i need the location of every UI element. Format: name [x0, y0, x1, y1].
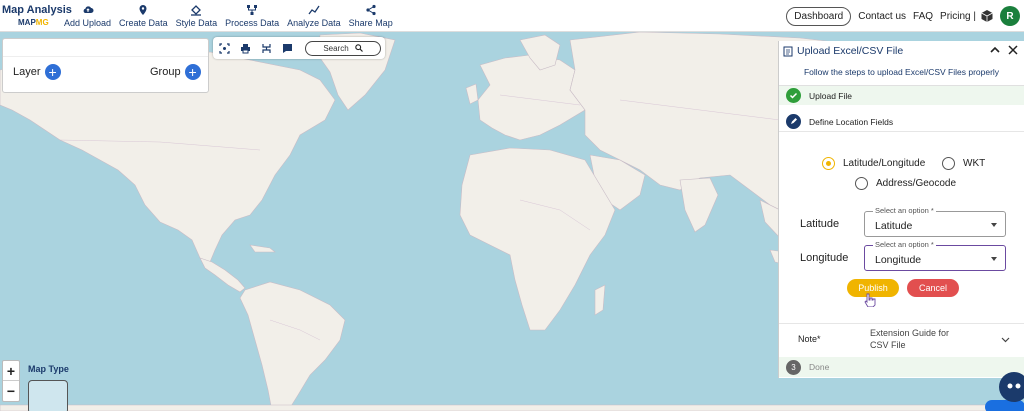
chevron-down-icon — [991, 223, 997, 227]
nav-style-data[interactable]: Style Data — [172, 0, 222, 32]
longitude-select[interactable]: Select an option * Longitude — [864, 240, 1006, 271]
chevron-down-icon — [991, 257, 997, 261]
step-upload-file[interactable]: Upload File — [779, 85, 1024, 105]
layer-row: Layer + — [13, 64, 61, 80]
chat-bot-icon[interactable] — [999, 372, 1024, 402]
longitude-select-hint: Select an option * — [873, 240, 936, 249]
latitude-label: Latitude — [800, 218, 840, 230]
radio-wkt-dot — [942, 157, 955, 170]
top-navbar: Map Analysis MAPMG Add Upload Create Dat… — [0, 0, 1024, 32]
app-logo[interactable]: Map Analysis MAPMG — [0, 3, 72, 27]
nav-add-upload[interactable]: Add Upload — [60, 0, 115, 32]
close-icon[interactable] — [1007, 44, 1019, 56]
latitude-select-hint: Select an option * — [873, 206, 936, 215]
zoom-in-button[interactable]: + — [3, 361, 19, 381]
note-text: Extension Guide for CSV File — [870, 328, 950, 350]
cursor-hand-icon — [864, 293, 876, 307]
measure-icon[interactable] — [261, 43, 272, 54]
share-icon — [366, 4, 376, 15]
nav-analyze-data[interactable]: Analyze Data — [283, 0, 345, 32]
radio-address[interactable]: Address/Geocode — [855, 177, 956, 190]
nav-create-data-label: Create Data — [119, 17, 168, 28]
latitude-select-value: Latitude — [875, 220, 913, 232]
nav-share-map-label: Share Map — [348, 17, 393, 28]
radio-wkt[interactable]: WKT — [942, 157, 985, 170]
check-icon — [786, 88, 801, 103]
panel-header: Upload Excel/CSV File — [779, 41, 1024, 61]
radio-latlon-label: Latitude/Longitude — [843, 158, 926, 169]
pricing-link[interactable]: Pricing | — [940, 11, 976, 22]
step-define-location[interactable]: Define Location Fields — [779, 112, 1024, 132]
search-icon — [354, 44, 363, 52]
step-done[interactable]: 3 Done — [779, 357, 1024, 377]
comment-icon[interactable] — [282, 43, 293, 54]
map-type-thumbnail[interactable] — [28, 380, 68, 411]
panel-subtitle: Follow the steps to upload Excel/CSV Fil… — [803, 67, 1000, 77]
zoom-out-button[interactable]: − — [3, 381, 19, 401]
add-layer-button[interactable]: + — [44, 64, 61, 80]
longitude-select-value: Longitude — [875, 254, 922, 266]
paint-bucket-icon — [191, 4, 202, 16]
group-row: Group + — [150, 64, 201, 80]
radio-address-dot — [855, 177, 868, 190]
upload-panel: Upload Excel/CSV File Follow the steps t… — [778, 41, 1024, 378]
dashboard-button[interactable]: Dashboard — [786, 6, 852, 26]
step-three-badge: 3 — [786, 359, 801, 375]
nav-style-data-label: Style Data — [175, 17, 218, 28]
latitude-select[interactable]: Select an option * Latitude — [864, 206, 1006, 237]
contact-link[interactable]: Contact us — [858, 11, 906, 22]
layer-panel: Layer + Group + — [2, 38, 209, 93]
radio-latlon[interactable]: Latitude/Longitude — [822, 157, 925, 170]
note-label: Note* — [798, 334, 821, 344]
add-group-button[interactable]: + — [184, 64, 201, 80]
longitude-label: Longitude — [800, 252, 849, 264]
avatar[interactable]: R — [1000, 6, 1020, 26]
edit-icon — [786, 114, 801, 129]
analyze-icon — [308, 5, 320, 14]
logo-subtitle: MAPMG — [18, 17, 49, 27]
radio-address-label: Address/Geocode — [876, 178, 957, 189]
group-label: Group — [150, 66, 181, 78]
file-icon — [783, 46, 793, 56]
collapse-icon[interactable] — [989, 44, 1001, 56]
radio-wkt-label: WKT — [963, 158, 986, 169]
logo-title: Map Analysis — [2, 3, 72, 16]
step-upload-file-label: Upload File — [809, 90, 852, 101]
nav-process-data-label: Process Data — [225, 17, 280, 28]
map-toolbar: Search — [213, 37, 385, 59]
zoom-control: + − — [2, 360, 20, 402]
cube-icon[interactable] — [980, 9, 994, 23]
map-type-label: Map Type — [28, 364, 69, 374]
faq-link[interactable]: FAQ — [913, 11, 933, 22]
map-pin-icon — [139, 4, 147, 15]
layer-label: Layer — [13, 66, 41, 78]
chevron-down-icon — [1001, 337, 1010, 343]
nav-analyze-data-label: Analyze Data — [287, 17, 341, 28]
map-search-label: Search — [323, 43, 349, 53]
right-nav: Dashboard Contact us FAQ Pricing | R — [786, 0, 1024, 32]
nav-share-map[interactable]: Share Map — [345, 0, 397, 32]
step-define-location-label: Define Location Fields — [809, 116, 894, 127]
nav-process-data[interactable]: Process Data — [221, 0, 283, 32]
fullscreen-icon[interactable] — [219, 42, 230, 54]
step-done-label: Done — [809, 362, 830, 372]
process-icon — [247, 4, 258, 15]
panel-title: Upload Excel/CSV File — [797, 45, 904, 57]
note-row[interactable]: Note* Extension Guide for CSV File — [779, 323, 1024, 355]
cancel-button[interactable]: Cancel — [907, 279, 959, 297]
nav-create-data[interactable]: Create Data — [115, 0, 172, 32]
radio-latlon-dot — [822, 157, 835, 170]
layer-panel-divider — [3, 56, 208, 57]
cloud-upload-icon — [83, 5, 94, 13]
print-icon[interactable] — [240, 43, 251, 54]
nav-add-upload-label: Add Upload — [64, 17, 112, 28]
map-search[interactable]: Search — [305, 40, 381, 56]
